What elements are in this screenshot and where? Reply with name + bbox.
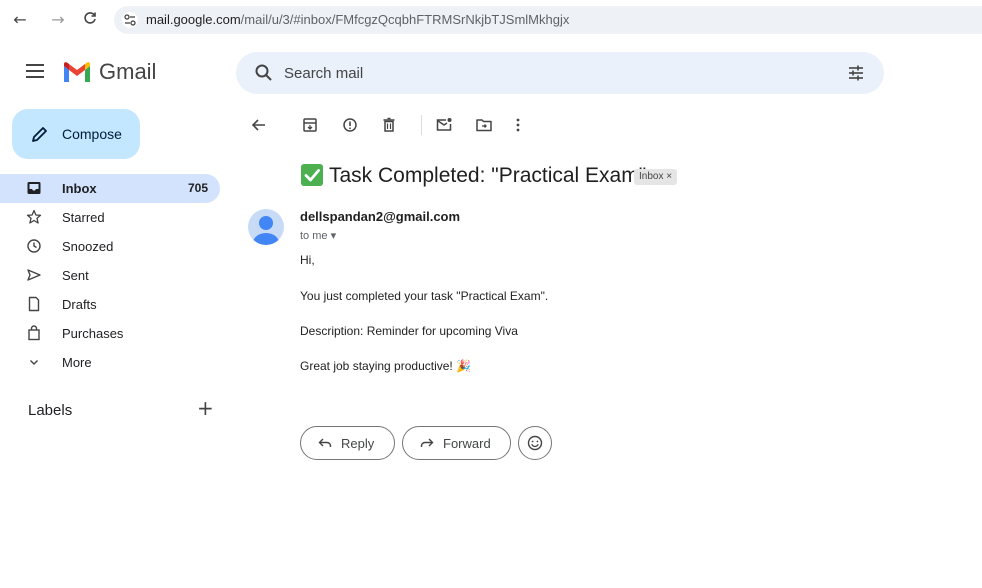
app-name[interactable]: Gmail xyxy=(99,59,156,85)
delete-icon[interactable] xyxy=(379,115,399,135)
message-view: Task Completed: "Practical Exam" Inbox ×… xyxy=(236,101,982,588)
sidebar-item-label: Drafts xyxy=(62,297,97,312)
main-menu-icon[interactable] xyxy=(26,64,44,78)
sidebar-item-label: More xyxy=(62,355,92,370)
site-settings-icon[interactable] xyxy=(122,12,138,28)
sidebar-item-label: Sent xyxy=(62,268,89,283)
address-bar[interactable]: mail.google.com/mail/u/3/#inbox/FMfcgzQc… xyxy=(114,6,982,34)
pencil-icon xyxy=(30,124,50,144)
reload-icon[interactable] xyxy=(80,10,100,30)
avatar[interactable] xyxy=(248,209,284,245)
url-text: mail.google.com/mail/u/3/#inbox/FMfcgzQc… xyxy=(146,12,569,27)
sidebar-item-sent[interactable]: Sent xyxy=(0,261,220,290)
inbox-label-chip[interactable]: Inbox × xyxy=(634,169,678,185)
check-mark-icon xyxy=(301,164,323,186)
draft-icon xyxy=(26,296,42,312)
chevron-down-icon xyxy=(26,354,42,370)
clock-icon xyxy=(26,238,42,254)
email-body-line: Hi, xyxy=(300,253,315,267)
toolbar-divider xyxy=(421,115,422,135)
sidebar-item-more[interactable]: More xyxy=(0,348,220,377)
sidebar-item-snoozed[interactable]: Snoozed xyxy=(0,232,220,261)
forward-icon xyxy=(419,435,435,451)
reply-icon xyxy=(317,435,333,451)
shopping-bag-icon xyxy=(26,325,42,341)
recipient-details[interactable]: to me ▾ xyxy=(300,229,336,242)
unread-count: 705 xyxy=(187,181,208,195)
smiley-icon xyxy=(527,435,543,451)
sidebar-item-label: Inbox xyxy=(62,181,97,196)
report-spam-icon[interactable] xyxy=(340,115,360,135)
search-icon[interactable] xyxy=(254,63,274,83)
back-arrow-icon[interactable]: ← xyxy=(10,10,30,30)
compose-label: Compose xyxy=(62,126,122,142)
star-icon xyxy=(26,209,42,225)
sidebar-item-purchases[interactable]: Purchases xyxy=(0,319,220,348)
email-body-line: You just completed your task "Practical … xyxy=(300,289,549,303)
email-body-line: Great job staying productive! 🎉 xyxy=(300,359,472,373)
inbox-icon xyxy=(26,180,42,196)
add-label-icon[interactable]: + xyxy=(197,398,214,418)
archive-icon[interactable] xyxy=(300,115,320,135)
url-host: mail.google.com xyxy=(146,12,241,27)
send-icon xyxy=(26,267,42,283)
more-options-icon[interactable] xyxy=(508,115,528,135)
labels-heading: Labels xyxy=(28,402,73,419)
sidebar-item-starred[interactable]: Starred xyxy=(0,203,220,232)
forward-label: Forward xyxy=(443,436,491,451)
email-body-line: Description: Reminder for upcoming Viva xyxy=(300,324,518,338)
sender-email[interactable]: dellspandan2@gmail.com xyxy=(300,209,460,224)
reply-label: Reply xyxy=(341,436,375,451)
move-to-icon[interactable] xyxy=(474,115,494,135)
sidebar-item-label: Starred xyxy=(62,210,105,225)
forward-arrow-icon[interactable]: → xyxy=(48,10,68,30)
forward-button[interactable]: Forward xyxy=(402,426,511,460)
compose-button[interactable]: Compose xyxy=(12,109,140,159)
sidebar-nav: Inbox 705 Starred Snoozed Sent Drafts Pu… xyxy=(0,174,222,377)
browser-toolbar: ← → mail.google.com/mail/u/3/#inbox/FMfc… xyxy=(0,0,982,40)
search-bar xyxy=(236,52,884,94)
mark-unread-icon[interactable] xyxy=(434,115,454,135)
search-input[interactable] xyxy=(284,52,824,94)
sidebar-item-drafts[interactable]: Drafts xyxy=(0,290,220,319)
email-subject: Task Completed: "Practical Exam" xyxy=(329,164,647,187)
add-reaction-button[interactable] xyxy=(518,426,552,460)
sidebar-item-label: Purchases xyxy=(62,326,124,341)
sidebar-item-label: Snoozed xyxy=(62,239,114,254)
url-path: /mail/u/3/#inbox/FMfcgzQcqbhFTRMSrNkjbTJ… xyxy=(240,12,570,27)
search-options-icon[interactable] xyxy=(846,63,866,83)
sidebar-item-inbox[interactable]: Inbox 705 xyxy=(0,174,220,203)
reply-button[interactable]: Reply xyxy=(300,426,395,460)
back-to-inbox-icon[interactable] xyxy=(249,115,269,135)
gmail-logo-icon[interactable] xyxy=(62,60,92,84)
